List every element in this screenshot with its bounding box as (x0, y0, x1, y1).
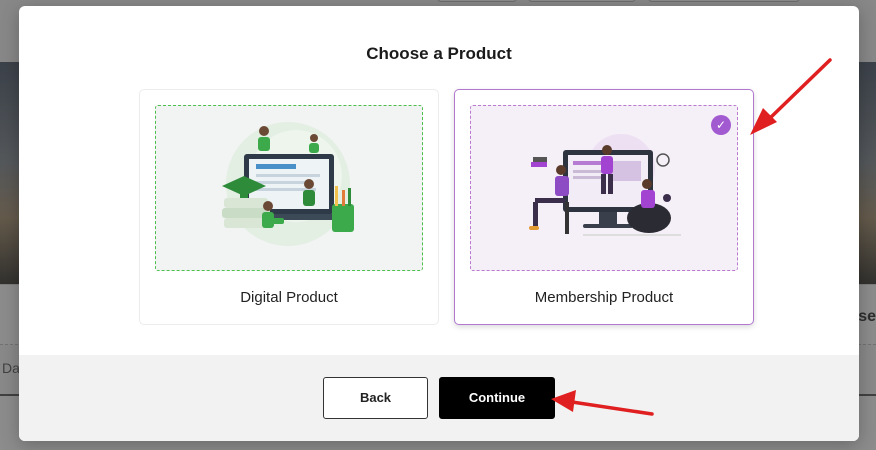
product-card-label: Digital Product (240, 289, 338, 306)
back-button[interactable]: Back (323, 377, 428, 419)
card-illustration-frame: ✓ (470, 105, 738, 271)
choose-product-modal: Choose a Product Digital Product ✓ Membe… (19, 6, 859, 441)
modal-title: Choose a Product (366, 44, 512, 63)
product-card-label: Membership Product (534, 289, 674, 306)
product-card-digital[interactable]: Digital Product (139, 89, 439, 325)
continue-button[interactable]: Continue (439, 377, 555, 419)
modal-footer: Back Continue (19, 355, 859, 441)
digital-product-illustration (222, 122, 354, 246)
card-illustration-frame (155, 105, 423, 271)
membership-product-illustration (529, 134, 681, 236)
product-card-membership[interactable]: ✓ Membership Product (454, 89, 754, 325)
